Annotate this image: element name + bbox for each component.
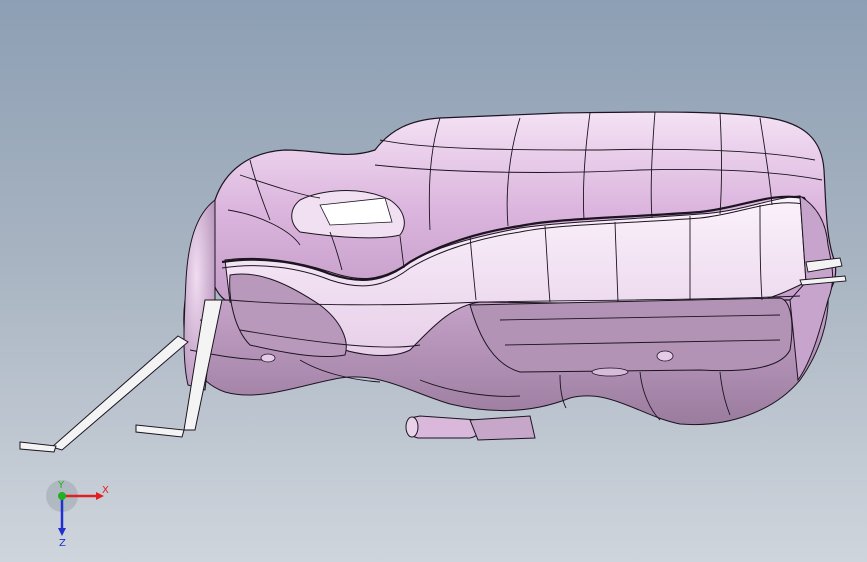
x-axis-label: X: [102, 485, 109, 496]
filler-spout: [407, 415, 482, 439]
graphics-viewport[interactable]: X Y Z: [0, 0, 867, 562]
fuel-tank-model[interactable]: [0, 0, 867, 562]
right-lower-rib: [469, 297, 793, 373]
y-axis-label: Y: [57, 480, 65, 491]
y-axis-arrow-icon: [58, 492, 66, 500]
z-axis-label: Z: [59, 538, 66, 548]
axis-triad[interactable]: X Y Z: [40, 478, 120, 548]
